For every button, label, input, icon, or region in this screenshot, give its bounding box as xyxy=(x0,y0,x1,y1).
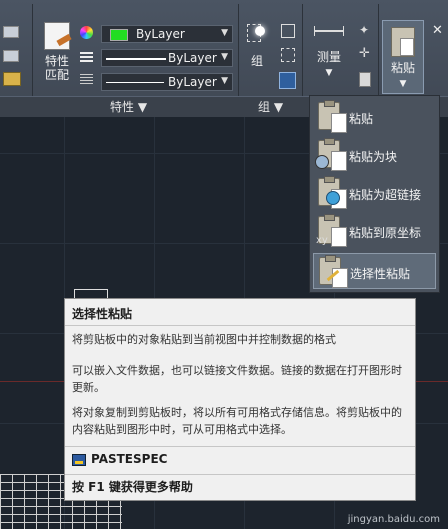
layer-dropdown-icon[interactable] xyxy=(3,72,21,86)
linetype-combo-value: ByLayer xyxy=(168,51,217,65)
tooltip-paste-special: 选择性粘贴 将剪贴板中的对象粘贴到当前视图中并控制数据的格式 可以嵌入文件数据，… xyxy=(64,298,416,501)
ungroup-icon[interactable] xyxy=(281,24,295,38)
menu-item-paste[interactable]: 粘贴 xyxy=(313,99,436,135)
group-icon xyxy=(245,22,269,50)
command-icon xyxy=(72,454,86,466)
xy-marker: xy xyxy=(316,235,328,246)
block-icon xyxy=(315,155,329,169)
layer-tool-icon-2[interactable] xyxy=(3,50,19,62)
paste-icon xyxy=(391,27,415,57)
quick-select-icon[interactable]: ✦ xyxy=(359,24,371,36)
tooltip-detail-2: 将对象复制到剪贴板时，将以所有可用格式存储信息。将剪贴板中的内容粘贴到图形中时，… xyxy=(72,406,402,436)
color-combo-value: ByLayer xyxy=(136,27,185,41)
lineweight-preview xyxy=(106,82,164,83)
group-label: 组 xyxy=(250,54,263,68)
lineweight-combo[interactable]: ByLayer ▼ xyxy=(101,73,233,91)
globe-icon xyxy=(326,191,340,205)
tooltip-detail-1: 可以嵌入文件数据，也可以链接文件数据。链接的数据在打开图形时更新。 xyxy=(72,364,402,394)
paste-icon xyxy=(318,100,347,133)
linetype-combo[interactable]: ByLayer ▼ xyxy=(101,49,233,67)
measure-label: 测量 ▼ xyxy=(316,50,341,78)
match-properties-icon xyxy=(44,22,72,50)
color-combo[interactable]: ByLayer ▼ xyxy=(101,25,233,43)
calculator-icon[interactable] xyxy=(359,72,371,87)
menu-item-paste-as-block[interactable]: 粘贴为块 xyxy=(313,137,436,173)
lineweight-icon[interactable] xyxy=(80,74,93,86)
tooltip-command: PASTESPEC xyxy=(91,452,168,466)
menu-item-paste-to-original-coords[interactable]: xy 粘贴到原坐标 xyxy=(313,213,436,249)
paste-dropdown-menu: 粘贴 粘贴为块 粘贴为超链接 xy 粘贴到原坐标 选择性粘贴 xyxy=(309,95,440,293)
linetype-icon[interactable] xyxy=(80,52,93,64)
divider xyxy=(65,446,415,447)
paste-label: 粘贴 ▼ xyxy=(390,61,415,89)
divider xyxy=(65,474,415,475)
tooltip-summary: 将剪贴板中的对象粘贴到当前视图中并控制数据的格式 xyxy=(72,333,336,346)
divider xyxy=(65,325,415,326)
bylayer-color-swatch xyxy=(110,29,128,41)
chevron-down-icon: ▼ xyxy=(221,28,228,38)
match-properties-button[interactable]: 特性 匹配 xyxy=(38,22,76,82)
linetype-preview xyxy=(106,58,166,60)
properties-panel-title[interactable]: 特性 ▼ xyxy=(110,98,147,115)
point-icon[interactable]: ✛ xyxy=(359,47,371,60)
watermark-text: jingyan.baidu.com xyxy=(347,514,440,525)
match-properties-label: 特性 匹配 xyxy=(44,54,69,82)
paste-button[interactable]: 粘贴 ▼ xyxy=(382,20,424,94)
measure-button[interactable]: 测量 ▼ xyxy=(308,26,350,80)
lineweight-combo-value: ByLayer xyxy=(168,75,217,89)
color-wheel-icon[interactable] xyxy=(80,26,93,39)
group-edit-icon[interactable] xyxy=(281,48,295,62)
menu-item-paste-special[interactable]: 选择性粘贴 xyxy=(313,253,436,289)
cut-icon[interactable]: ✕ xyxy=(432,24,446,38)
menu-item-paste-as-hyperlink[interactable]: 粘贴为超链接 xyxy=(313,175,436,211)
tooltip-help: 按 F1 键获得更多帮助 xyxy=(72,480,193,494)
chevron-down-icon: ▼ xyxy=(221,52,228,62)
groups-panel-title[interactable]: 组 ▼ xyxy=(258,98,283,115)
tooltip-title: 选择性粘贴 xyxy=(72,307,133,321)
layer-tool-icon[interactable] xyxy=(3,26,19,38)
group-select-icon[interactable] xyxy=(279,72,296,89)
measure-icon xyxy=(314,26,344,38)
chevron-down-icon: ▼ xyxy=(221,76,228,86)
group-button[interactable]: 组 xyxy=(242,22,272,68)
